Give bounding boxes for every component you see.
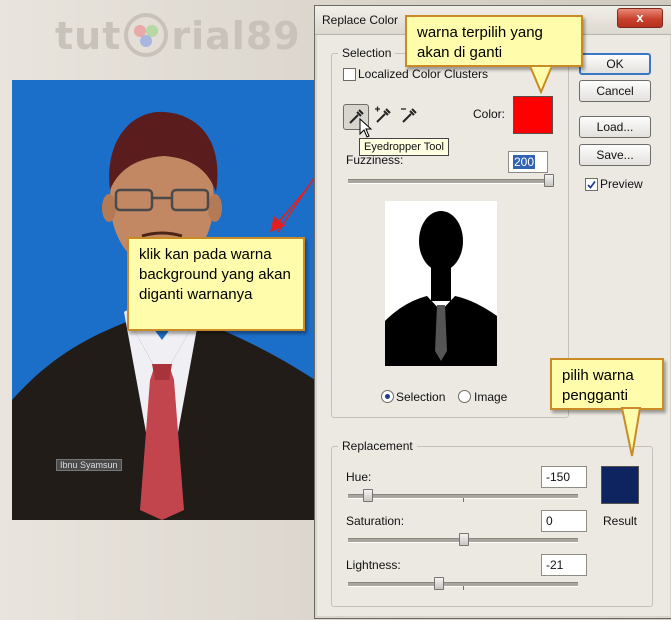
pointer-pick-replacement — [620, 407, 642, 457]
pointer-selected-color — [528, 65, 554, 95]
callout-pointers — [528, 65, 642, 457]
